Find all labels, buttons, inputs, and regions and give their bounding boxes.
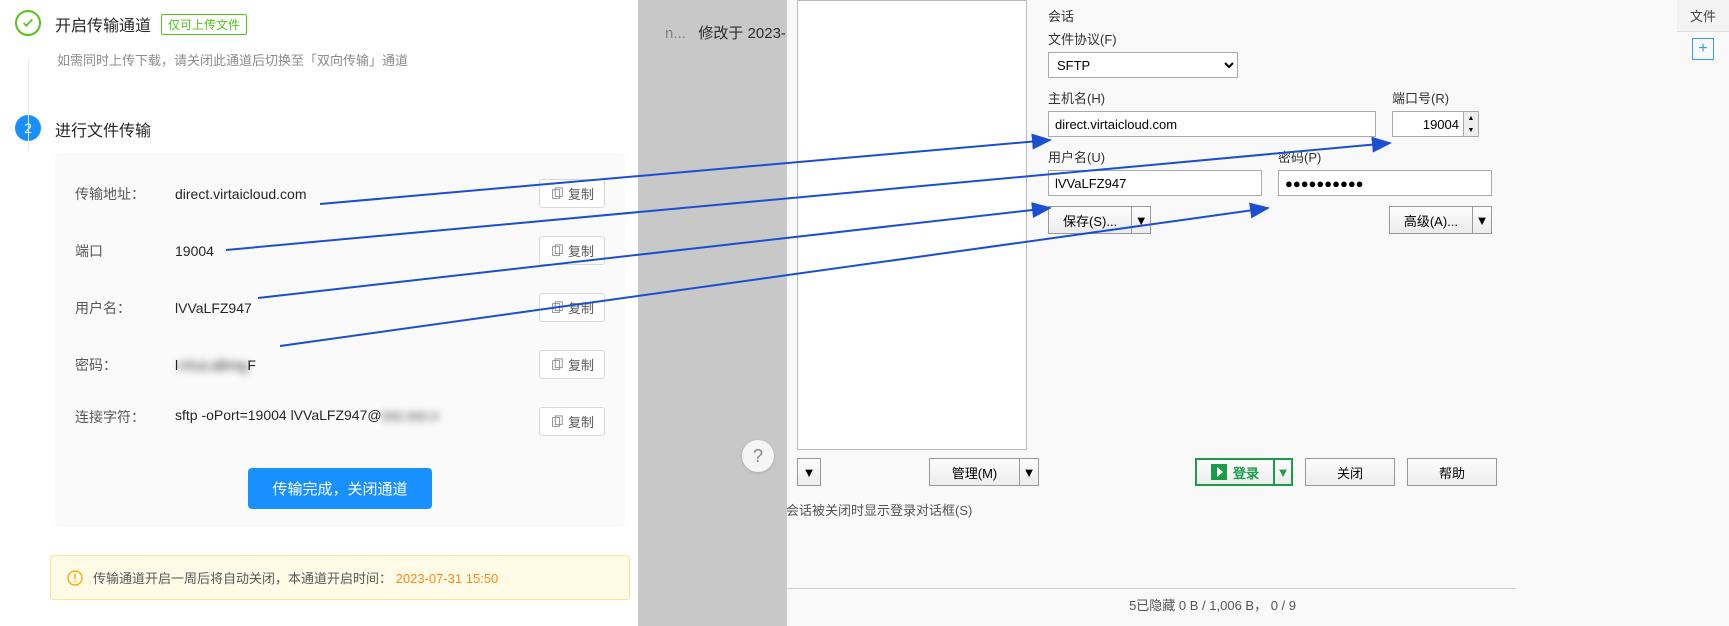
copy-label: 复制	[568, 298, 594, 317]
copy-icon	[550, 244, 564, 258]
right-edge-panel: 文件 +	[1677, 0, 1729, 100]
copy-user-button[interactable]: 复制	[539, 293, 605, 322]
status-bar: 5已隐藏 0 B / 1,006 B， 0 / 9	[786, 588, 1516, 614]
login-label: 登录	[1233, 463, 1259, 482]
copy-conn-button[interactable]: 复制	[539, 407, 605, 436]
close-dialog-button[interactable]: 关闭	[1305, 458, 1395, 486]
copy-icon	[550, 301, 564, 315]
file-tab[interactable]: 文件	[1677, 0, 1729, 32]
login-icon	[1211, 464, 1227, 480]
session-group-label: 会话	[1048, 6, 1500, 25]
copy-icon	[550, 187, 564, 201]
copy-addr-button[interactable]: 复制	[539, 179, 605, 208]
advanced-button[interactable]: 高级(A)...	[1389, 206, 1472, 234]
manage-button[interactable]: 管理(M)	[929, 458, 1019, 486]
step-1-badge	[15, 10, 41, 36]
manage-dropdown-button[interactable]: ▼	[1019, 458, 1039, 486]
dialog-button-row: ▼ 管理(M) ▼ 登录 ▼ 关闭 帮助	[797, 458, 1497, 486]
checkbox-label: 会话被关闭时显示登录对话框(S)	[786, 503, 972, 518]
close-channel-button[interactable]: 传输完成，关闭通道	[248, 468, 431, 509]
port-label: 端口号(R)	[1392, 88, 1492, 107]
protocol-select[interactable]: SFTP	[1048, 52, 1238, 78]
copy-icon	[550, 415, 564, 429]
check-icon	[21, 16, 35, 30]
connection-info-box: 传输地址： direct.virtaicloud.com 复制 端口 19004…	[55, 153, 625, 527]
add-tab-button[interactable]: +	[1692, 38, 1714, 60]
copy-icon	[550, 358, 564, 372]
port-label: 端口	[75, 241, 175, 261]
password-label: 密码(P)	[1278, 147, 1492, 166]
login-button[interactable]: 登录	[1195, 458, 1273, 486]
pwd-label: 密码：	[75, 355, 175, 375]
step-1-hint: 如需同时上传下载，请关闭此通道后切换至「双向传输」通道	[55, 50, 625, 69]
advanced-dropdown-button[interactable]: ▼	[1472, 206, 1492, 234]
port-value: 19004	[175, 243, 539, 259]
modal-overlay	[638, 0, 788, 626]
session-form: 会话 文件协议(F) SFTP 主机名(H) 端口号(R) ▲▼ 用户名(U) …	[1040, 0, 1500, 234]
user-value: lVVaLFZ947	[175, 300, 539, 316]
port-down-button[interactable]: ▼	[1464, 124, 1478, 136]
user-label: 用户名：	[75, 298, 175, 318]
help-button[interactable]: ?	[742, 440, 774, 472]
warning-time: 2023-07-31 15:50	[396, 571, 499, 586]
help-dialog-button[interactable]: 帮助	[1407, 458, 1497, 486]
username-label: 用户名(U)	[1048, 147, 1262, 166]
host-input[interactable]	[1048, 111, 1376, 137]
upload-only-tag: 仅可上传文件	[161, 14, 247, 35]
login-dropdown-button[interactable]: ▼	[1273, 458, 1293, 486]
password-input[interactable]	[1278, 170, 1492, 196]
step-connector-line	[28, 60, 29, 150]
pwd-value: lnXuLaBmgF	[175, 357, 539, 373]
copy-label: 复制	[568, 184, 594, 203]
host-label: 主机名(H)	[1048, 88, 1376, 107]
show-login-checkbox-row[interactable]: 会话被关闭时显示登录对话框(S)	[786, 500, 972, 519]
step-2-row: 2 进行文件传输 传输地址： direct.virtaicloud.com 复制…	[0, 105, 640, 537]
tools-dropdown-button[interactable]: ▼	[797, 458, 821, 486]
warning-icon	[67, 570, 83, 586]
copy-label: 复制	[568, 412, 594, 431]
copy-label: 复制	[568, 355, 594, 374]
save-dropdown-button[interactable]: ▼	[1131, 206, 1151, 234]
left-panel: 开启传输通道 仅可上传文件 如需同时上传下载，请关闭此通道后切换至「双向传输」通…	[0, 0, 640, 626]
save-button[interactable]: 保存(S)...	[1048, 206, 1131, 234]
port-up-button[interactable]: ▲	[1464, 112, 1478, 124]
conn-value: sftp -oPort=19004 lVVaLFZ947@xxx.xxx.x	[175, 407, 539, 423]
addr-label: 传输地址：	[75, 184, 175, 204]
port-input[interactable]	[1392, 111, 1464, 137]
step-1-title: 开启传输通道	[55, 12, 151, 36]
step-1-row: 开启传输通道 仅可上传文件 如需同时上传下载，请关闭此通道后切换至「双向传输」通…	[0, 0, 640, 79]
copy-port-button[interactable]: 复制	[539, 236, 605, 265]
conn-label: 连接字符：	[75, 407, 175, 427]
username-input[interactable]	[1048, 170, 1262, 196]
session-list-box[interactable]	[797, 0, 1027, 450]
copy-pwd-button[interactable]: 复制	[539, 350, 605, 379]
step-2-title: 进行文件传输	[55, 117, 151, 141]
addr-value: direct.virtaicloud.com	[175, 186, 539, 202]
copy-label: 复制	[568, 241, 594, 260]
warning-box: 传输通道开启一周后将自动关闭，本通道开启时间： 2023-07-31 15:50	[50, 555, 630, 600]
warning-text: 传输通道开启一周后将自动关闭，本通道开启时间：	[93, 571, 392, 586]
protocol-label: 文件协议(F)	[1048, 29, 1492, 48]
